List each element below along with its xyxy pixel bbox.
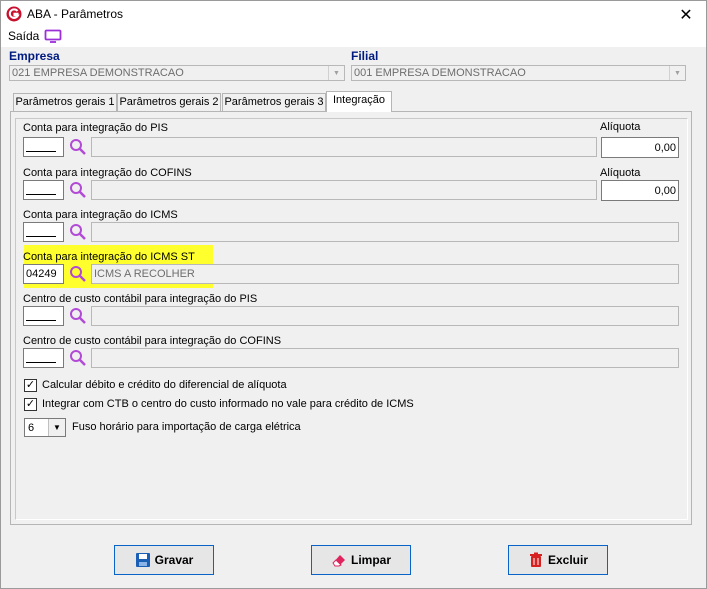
icms-st-code-value: 04249 <box>26 268 57 280</box>
fuso-value: 6 <box>28 422 35 434</box>
pis-search-icon[interactable] <box>69 138 87 156</box>
title-bar: ABA - Parâmetros ✕ <box>1 1 706 29</box>
cofins-search-icon[interactable] <box>69 181 87 199</box>
ctb-label: Integrar com CTB o centro do custo infor… <box>42 398 414 410</box>
limpar-label: Limpar <box>350 553 391 567</box>
integracao-panel: Conta para integração do PIS Alíquota 0,… <box>10 111 692 525</box>
icms-code-value <box>26 236 56 237</box>
tab-integracao[interactable]: Integração <box>326 91 392 112</box>
cc-pis-label: Centro de custo contábil para integração… <box>23 293 258 305</box>
monitor-icon[interactable] <box>44 29 62 43</box>
cc-cofins-label: Centro de custo contábil para integração… <box>23 335 282 347</box>
cc-cofins-desc-field <box>91 348 679 368</box>
gravar-button[interactable]: Gravar <box>114 545 214 575</box>
icms-st-code-input[interactable]: 04249 <box>23 264 64 284</box>
ctb-checkbox[interactable]: ✓ <box>24 398 37 411</box>
empresa-value: 021 EMPRESA DEMONSTRACAO <box>12 67 184 79</box>
cofins-code-value <box>26 194 56 195</box>
cofins-code-input[interactable] <box>23 180 64 200</box>
chevron-down-icon[interactable]: ▼ <box>328 66 344 80</box>
diferencial-checkbox[interactable]: ✓ <box>24 379 37 392</box>
empresa-label: Empresa <box>9 49 60 63</box>
filial-value: 001 EMPRESA DEMONSTRACAO <box>354 67 526 79</box>
icms-desc-field <box>91 222 679 242</box>
cofins-desc-field <box>91 180 597 200</box>
icms-st-search-icon[interactable] <box>69 265 87 283</box>
fuso-label: Fuso horário para importação de carga el… <box>72 421 301 433</box>
trash-icon <box>529 552 542 567</box>
chevron-down-icon[interactable]: ▼ <box>669 66 685 80</box>
icms-code-input[interactable] <box>23 222 64 242</box>
filial-label: Filial <box>351 49 379 63</box>
empresa-select[interactable]: 021 EMPRESA DEMONSTRACAO ▼ <box>9 65 345 81</box>
tab-parametros-gerais-1[interactable]: Parâmetros gerais 1 <box>13 93 117 111</box>
cofins-aliquota-input[interactable]: 0,00 <box>601 180 679 201</box>
gravar-label: Gravar <box>154 553 194 567</box>
limpar-button[interactable]: Limpar <box>311 545 411 575</box>
app-logo-icon <box>6 6 22 22</box>
filial-select[interactable]: 001 EMPRESA DEMONSTRACAO ▼ <box>351 65 686 81</box>
fuso-select[interactable]: 6 ▼ <box>24 418 66 437</box>
icms-st-label: Conta para integração do ICMS ST <box>23 251 195 263</box>
icms-st-desc-field: ICMS A RECOLHER <box>91 264 679 284</box>
cc-pis-code-value <box>26 320 56 321</box>
cc-cofins-search-icon[interactable] <box>69 349 87 367</box>
pis-code-value <box>26 151 56 152</box>
cc-pis-code-input[interactable] <box>23 306 64 326</box>
cc-cofins-code-input[interactable] <box>23 348 64 368</box>
main-window: ABA - Parâmetros ✕ Saída Empresa 021 EMP… <box>0 0 707 589</box>
excluir-label: Excluir <box>547 553 589 567</box>
icms-search-icon[interactable] <box>69 223 87 241</box>
diferencial-label: Calcular débito e crédito do diferencial… <box>42 379 287 391</box>
chevron-down-icon[interactable]: ▼ <box>48 419 65 436</box>
window-title: ABA - Parâmetros <box>27 7 124 21</box>
pis-code-input[interactable] <box>23 137 64 157</box>
tab-parametros-gerais-3[interactable]: Parâmetros gerais 3 <box>222 93 326 111</box>
cc-cofins-code-value <box>26 362 56 363</box>
save-icon <box>135 553 150 567</box>
pis-aliquota-label: Alíquota <box>600 121 641 133</box>
close-icon: ✕ <box>679 7 693 24</box>
tab-parametros-gerais-2[interactable]: Parâmetros gerais 2 <box>117 93 221 111</box>
excluir-button[interactable]: Excluir <box>508 545 608 575</box>
pis-desc-field <box>91 137 597 157</box>
cc-pis-search-icon[interactable] <box>69 307 87 325</box>
cc-pis-desc-field <box>91 306 679 326</box>
pis-aliquota-input[interactable]: 0,00 <box>601 137 679 158</box>
cofins-aliquota-label: Alíquota <box>600 167 641 179</box>
menu-exit[interactable]: Saída <box>8 29 39 43</box>
cofins-label: Conta para integração do COFINS <box>23 167 192 179</box>
icms-label: Conta para integração do ICMS <box>23 209 178 221</box>
close-button[interactable]: ✕ <box>666 1 706 29</box>
pis-label: Conta para integração do PIS <box>23 122 168 134</box>
eraser-icon <box>332 555 345 567</box>
menu-bar: Saída <box>1 29 706 47</box>
